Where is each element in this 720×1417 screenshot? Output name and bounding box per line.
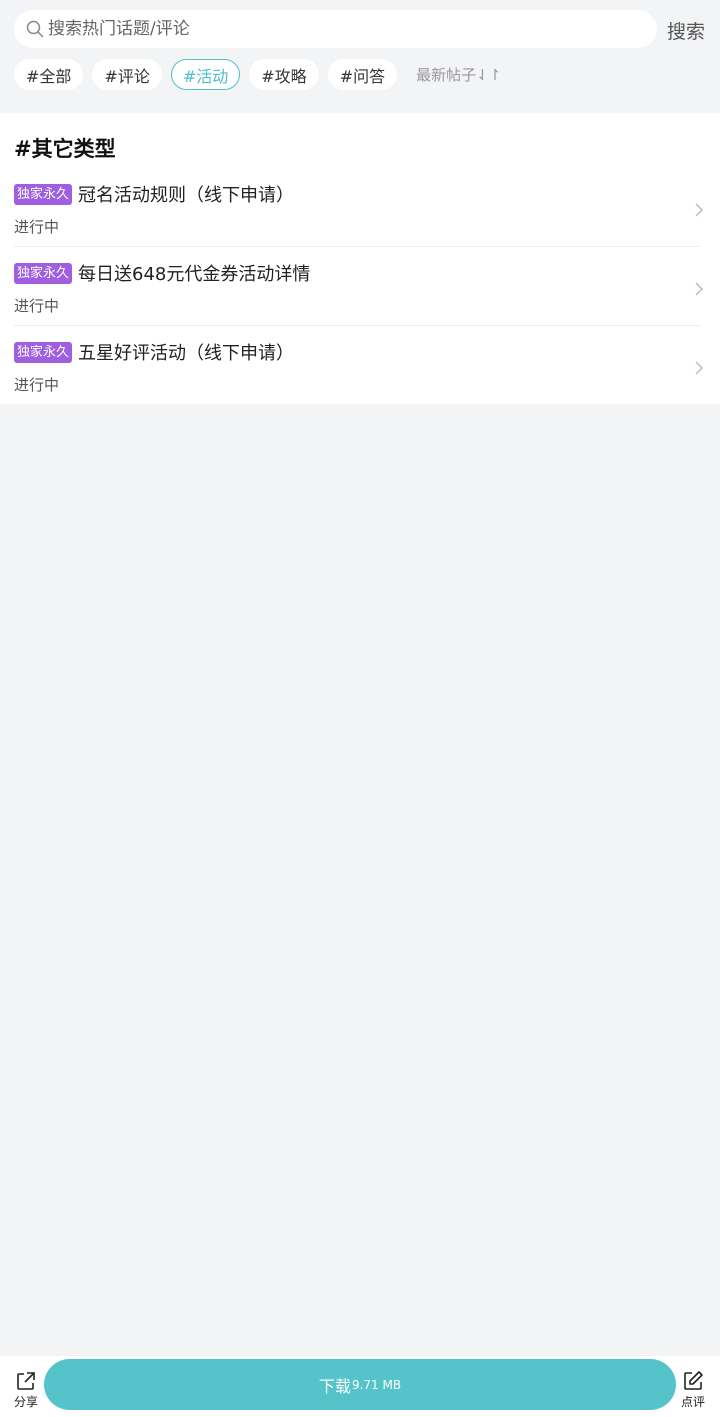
post-list-card: #其它类型 独家永久 冠名活动规则（线下申请） 进行中 独家永久 每日送648元… [0,113,720,404]
share-label: 分享 [13,1395,38,1409]
search-input[interactable] [48,19,628,39]
download-size: 9.71 MB [351,1377,402,1392]
tag-guide[interactable]: #攻略 [249,59,319,90]
exclusive-badge: 独家永久 [14,183,73,205]
review-label: 点评 [680,1395,705,1409]
bottom-action-bar: 分享 下载 9.71 MB 点评 [0,1356,720,1417]
list-item[interactable]: 独家永久 五星好评活动（线下申请） 进行中 [14,328,704,407]
review-button[interactable]: 点评 [678,1370,708,1410]
edit-icon [684,1371,703,1390]
divider [14,325,700,326]
list-item[interactable]: 独家永久 冠名活动规则（线下申请） 进行中 [14,170,704,249]
download-button[interactable]: 下载 9.71 MB [44,1359,676,1410]
share-icon [17,1372,35,1390]
tag-review[interactable]: #评论 [92,59,162,90]
chevron-right-icon [695,203,704,217]
search-button[interactable]: 搜索 [667,17,705,44]
tag-activity[interactable]: #活动 [170,59,241,90]
list-item-title: 每日送648元代金券活动详情 [78,264,311,285]
chevron-right-icon [695,282,704,296]
tag-filter-bar: #全部 #评论 #活动 #攻略 #问答 最新帖子⇃↾ [14,59,501,90]
download-label: 下载 [318,1376,351,1396]
section-title: #其它类型 [14,137,116,161]
list-item-header: 独家永久 每日送648元代金券活动详情 [14,260,310,286]
top-area: 搜索 #全部 #评论 #活动 #攻略 #问答 最新帖子⇃↾ [0,0,720,112]
exclusive-badge: 独家永久 [14,341,73,363]
list-item-status: 进行中 [14,218,60,236]
list-item-header: 独家永久 五星好评活动（线下申请） [14,339,294,365]
search-bar[interactable] [14,10,657,48]
tag-all[interactable]: #全部 [14,59,84,90]
tag-qa[interactable]: #问答 [327,59,398,90]
list-item-status: 进行中 [14,376,60,394]
search-icon [26,20,44,38]
sort-latest-posts[interactable]: 最新帖子⇃↾ [416,64,501,85]
list-item-title: 冠名活动规则（线下申请） [78,185,295,206]
list-item-status: 进行中 [14,297,60,315]
exclusive-badge: 独家永久 [14,262,73,284]
chevron-right-icon [695,361,704,375]
divider [14,246,700,247]
share-button[interactable]: 分享 [12,1370,40,1410]
list-item[interactable]: 独家永久 每日送648元代金券活动详情 进行中 [14,249,704,328]
list-item-header: 独家永久 冠名活动规则（线下申请） [14,181,294,207]
list-item-title: 五星好评活动（线下申请） [78,343,295,364]
